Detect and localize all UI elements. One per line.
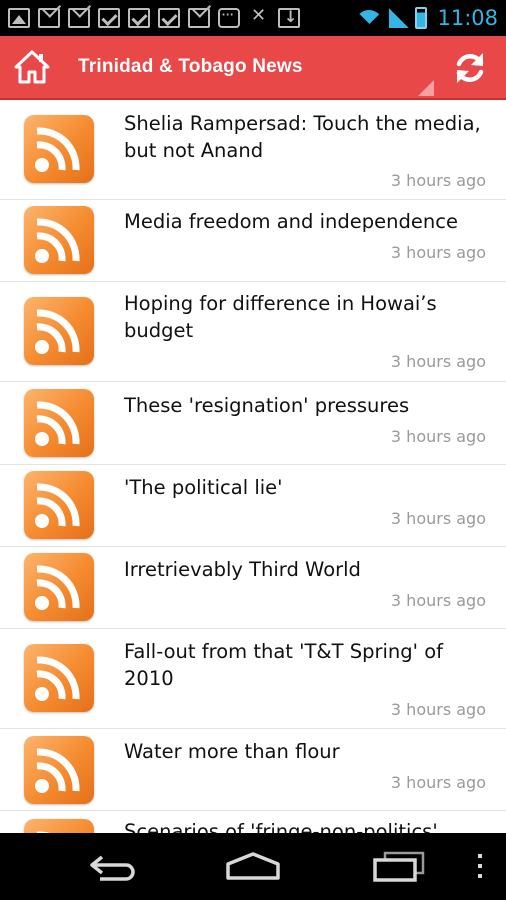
refresh-button[interactable] [444, 42, 496, 94]
item-time: 3 hours ago [390, 509, 486, 528]
rss-icon [24, 471, 94, 539]
signal-icon [389, 8, 410, 28]
list-item[interactable]: Irretrievably Third World 3 hours ago [0, 547, 506, 629]
item-title: Irretrievably Third World [124, 558, 361, 581]
system-indicators: 11:08 [355, 6, 498, 30]
item-time: 3 hours ago [390, 700, 486, 719]
item-title: Media freedom and independence [124, 210, 458, 233]
home-icon [14, 50, 50, 84]
item-time: 3 hours ago [390, 171, 486, 190]
rss-icon [24, 644, 94, 712]
status-bar: 11:08 [0, 0, 506, 36]
menu-button[interactable] [466, 843, 494, 889]
list-item[interactable]: Water more than flour 3 hours ago [0, 729, 506, 811]
missed-call-icon [248, 5, 270, 28]
item-title: Shelia Rampersad: Touch the media, but n… [124, 112, 481, 162]
mail-icon [38, 8, 60, 28]
menu-icon [478, 854, 482, 878]
check-icon [158, 8, 180, 28]
home-button[interactable] [0, 35, 64, 99]
item-time: 3 hours ago [390, 591, 486, 610]
mail-icon [68, 8, 90, 28]
picture-icon [8, 8, 30, 28]
list-item[interactable]: Hoping for difference in Howai’s budget … [0, 282, 506, 382]
system-nav-bar [0, 833, 506, 900]
news-feed-list[interactable]: Shelia Rampersad: Touch the media, but n… [0, 100, 506, 833]
mail-icon [188, 8, 210, 28]
item-title: These 'resignation' pressures [124, 394, 410, 417]
item-time: 3 hours ago [390, 352, 486, 371]
wifi-icon [355, 8, 383, 28]
refresh-icon [456, 53, 484, 83]
app-action-bar: Trinidad & Tobago News [0, 36, 506, 100]
check-icon [98, 8, 120, 28]
rss-icon [24, 736, 94, 804]
rss-icon [24, 115, 94, 183]
rss-icon [24, 553, 94, 621]
item-title: Hoping for difference in Howai’s budget [124, 292, 437, 342]
rss-icon [24, 297, 94, 365]
item-title: Fall-out from that 'T&T Spring' of 2010 [124, 640, 443, 690]
item-time: 3 hours ago [390, 773, 486, 792]
item-title: Scenarios of 'fringe-non-politics' [124, 820, 438, 833]
item-time: 3 hours ago [390, 243, 486, 262]
check-icon [128, 8, 150, 28]
home-nav-button[interactable] [220, 843, 286, 889]
item-title: 'The political lie' [124, 476, 283, 499]
item-time: 3 hours ago [390, 427, 486, 446]
app-title[interactable]: Trinidad & Tobago News [78, 56, 303, 78]
back-icon [90, 855, 135, 881]
list-item[interactable]: Media freedom and independence 3 hours a… [0, 200, 506, 282]
item-title: Water more than flour [124, 740, 340, 763]
list-item[interactable]: 'The political lie' 3 hours ago [0, 465, 506, 547]
download-icon [278, 7, 300, 28]
status-clock: 11:08 [437, 6, 498, 30]
chat-icon [218, 5, 240, 28]
back-button[interactable] [82, 843, 146, 889]
notification-icons [8, 5, 300, 28]
rss-icon [24, 206, 94, 274]
rss-icon [24, 389, 94, 457]
list-item[interactable]: Shelia Rampersad: Touch the media, but n… [0, 100, 506, 200]
battery-icon [415, 7, 428, 29]
list-item[interactable]: These 'resignation' pressures 3 hours ag… [0, 382, 506, 465]
rss-icon [24, 819, 94, 833]
list-item[interactable]: Fall-out from that 'T&T Spring' of 2010 … [0, 629, 506, 729]
recents-icon [373, 851, 425, 882]
recents-button[interactable] [366, 843, 432, 889]
list-item[interactable]: Scenarios of 'fringe-non-politics' [0, 811, 506, 833]
home-nav-icon [226, 852, 280, 880]
title-dropdown-indicator[interactable] [418, 80, 434, 96]
